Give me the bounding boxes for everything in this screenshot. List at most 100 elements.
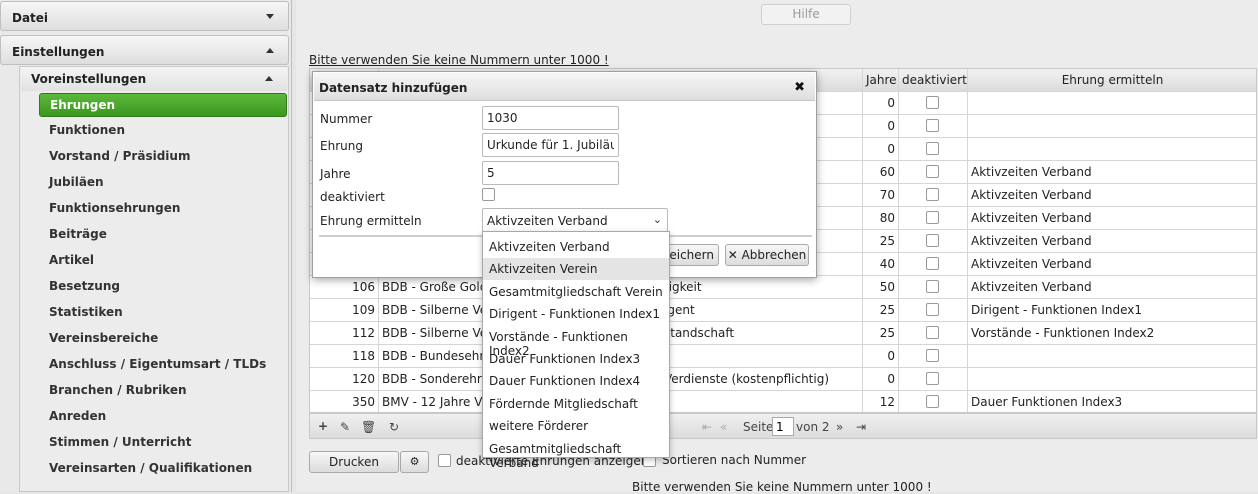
close-icon[interactable]: ✖ xyxy=(794,80,805,95)
page-count: von 2 xyxy=(796,420,830,434)
cell-ermitteln: Dirigent - Funktionen Index1 xyxy=(968,299,1256,322)
sidebar-item-beitraege[interactable]: Beiträge xyxy=(39,223,287,247)
sidebar-item-funktionsehrungen[interactable]: Funktionsehrungen xyxy=(39,197,287,221)
sidebar-item-anschluss[interactable]: Anschluss / Eigentumsart / TLDs xyxy=(39,353,287,377)
row-deaktiviert-checkbox[interactable] xyxy=(926,165,939,178)
help-button[interactable]: Hilfe xyxy=(761,4,851,25)
accordion-datei-label: Datei xyxy=(12,11,49,25)
sidebar-item-ehrungen[interactable]: Ehrungen xyxy=(39,93,287,117)
cell-jahre: 0 xyxy=(863,345,899,368)
refresh-icon[interactable]: ↻ xyxy=(389,420,399,434)
ehrung-input[interactable] xyxy=(482,133,619,157)
edit-icon[interactable]: ✎ xyxy=(340,420,350,434)
dropdown-option[interactable]: Gesamtmitgliedschaft Verein xyxy=(483,281,669,303)
accordion-datei[interactable]: Datei xyxy=(0,1,289,31)
jahre-label: Jahre xyxy=(320,167,351,181)
row-deaktiviert-checkbox[interactable] xyxy=(926,142,939,155)
delete-icon[interactable]: 🗑 xyxy=(361,420,376,434)
ermitteln-select[interactable]: Aktivzeiten Verband ⌄ xyxy=(482,208,668,232)
nummer-input[interactable] xyxy=(482,106,619,130)
row-deaktiviert-checkbox[interactable] xyxy=(926,96,939,109)
cell-nummer: 120 xyxy=(310,368,379,391)
cell-deaktiviert xyxy=(899,345,968,368)
header-deaktiviert[interactable]: deaktiviert xyxy=(899,69,968,92)
dropdown-option[interactable]: Dauer Funktionen Index3 xyxy=(483,348,669,370)
cell-jahre: 60 xyxy=(863,161,899,184)
row-deaktiviert-checkbox[interactable] xyxy=(926,326,939,339)
print-settings-button[interactable]: ⚙ xyxy=(400,451,429,473)
sidebar-item-artikel[interactable]: Artikel xyxy=(39,249,287,273)
sidebar-item-vereinsarten[interactable]: Vereinsarten / Qualifikationen xyxy=(39,457,287,481)
cell-ermitteln xyxy=(968,115,1256,138)
cell-ermitteln xyxy=(968,368,1256,391)
row-deaktiviert-checkbox[interactable] xyxy=(926,280,939,293)
dropdown-option[interactable]: Dauer Funktionen Index4 xyxy=(483,370,669,392)
cell-ermitteln: Dauer Funktionen Index3 xyxy=(968,391,1256,412)
cell-deaktiviert xyxy=(899,322,968,345)
cell-jahre: 40 xyxy=(863,253,899,276)
first-page-icon[interactable]: ⇤ xyxy=(702,420,712,434)
row-deaktiviert-checkbox[interactable] xyxy=(926,211,939,224)
row-deaktiviert-checkbox[interactable] xyxy=(926,303,939,316)
sidebar-item-vereinsbereiche[interactable]: Vereinsbereiche xyxy=(39,327,287,351)
sidebar-item-funktionen[interactable]: Funktionen xyxy=(39,119,287,143)
dropdown-option[interactable]: Gesamtmitgliedschaft Verband xyxy=(483,438,669,470)
cancel-icon: ✕ xyxy=(727,248,742,262)
accordion-einstellungen[interactable]: Einstellungen xyxy=(0,35,289,65)
chevron-down-icon: ⌄ xyxy=(652,213,662,226)
sidebar-item-statistiken[interactable]: Statistiken xyxy=(39,301,287,325)
print-button[interactable]: Drucken xyxy=(309,451,399,473)
cell-deaktiviert xyxy=(899,138,968,161)
dropdown-option[interactable]: weitere Förderer xyxy=(483,415,669,437)
row-deaktiviert-checkbox[interactable] xyxy=(926,257,939,270)
cell-deaktiviert xyxy=(899,276,968,299)
cell-jahre: 70 xyxy=(863,184,899,207)
cell-deaktiviert xyxy=(899,299,968,322)
row-deaktiviert-checkbox[interactable] xyxy=(926,372,939,385)
deaktiviert-label: deaktiviert xyxy=(320,190,385,204)
dropdown-option[interactable]: Vorstände - Funktionen Index2 xyxy=(483,326,669,358)
cancel-button[interactable]: ✕ Abbrechen xyxy=(725,244,809,266)
sidebar-item-stimmen[interactable]: Stimmen / Unterricht xyxy=(39,431,287,455)
cell-deaktiviert xyxy=(899,92,968,115)
dropdown-option[interactable]: Aktivzeiten Verein xyxy=(483,258,669,281)
cell-ermitteln: Aktivzeiten Verband xyxy=(968,276,1256,299)
cell-jahre: 80 xyxy=(863,207,899,230)
row-deaktiviert-checkbox[interactable] xyxy=(926,188,939,201)
dialog-title: Datensatz hinzufügen xyxy=(319,81,468,95)
jahre-input[interactable] xyxy=(482,161,619,185)
dropdown-option[interactable]: Dirigent - Funktionen Index1 xyxy=(483,303,669,325)
dropdown-option[interactable]: Fördernde Mitgliedschaft xyxy=(483,393,669,415)
sidebar-item-anreden[interactable]: Anreden xyxy=(39,405,287,429)
page-input[interactable] xyxy=(772,417,794,436)
row-deaktiviert-checkbox[interactable] xyxy=(926,234,939,247)
cell-ermitteln: Aktivzeiten Verband xyxy=(968,230,1256,253)
sidebar-item-jubilaeen[interactable]: Jubiläen xyxy=(39,171,287,195)
sort-label: Sortieren nach Nummer xyxy=(662,453,807,467)
header-jahre[interactable]: Jahre xyxy=(863,69,899,92)
add-icon[interactable]: + xyxy=(318,419,328,433)
page-label: Seite xyxy=(743,420,774,434)
cell-nummer: 350 xyxy=(310,391,379,412)
sidebar-item-branchen[interactable]: Branchen / Rubriken xyxy=(39,379,287,403)
cell-deaktiviert xyxy=(899,184,968,207)
dropdown-option[interactable]: Aktivzeiten Verband xyxy=(483,236,669,258)
cell-deaktiviert xyxy=(899,230,968,253)
row-deaktiviert-checkbox[interactable] xyxy=(926,395,939,408)
deaktiviert-checkbox[interactable] xyxy=(482,188,495,201)
row-deaktiviert-checkbox[interactable] xyxy=(926,349,939,362)
cell-ermitteln: Aktivzeiten Verband xyxy=(968,184,1256,207)
show-deactivated-checkbox[interactable] xyxy=(438,454,451,467)
next-page-icon[interactable]: » xyxy=(836,420,843,434)
last-page-icon[interactable]: ⇥ xyxy=(856,420,866,434)
sidebar-item-vorstand[interactable]: Vorstand / Präsidium xyxy=(39,145,287,169)
cell-nummer: 106 xyxy=(310,276,379,299)
cell-nummer: 109 xyxy=(310,299,379,322)
accordion-einstellungen-label: Einstellungen xyxy=(12,45,105,59)
header-ehrung-ermitteln[interactable]: Ehrung ermitteln xyxy=(968,69,1256,92)
cell-deaktiviert xyxy=(899,253,968,276)
prev-page-icon[interactable]: « xyxy=(720,420,727,434)
accordion-voreinstellungen[interactable]: Voreinstellungen xyxy=(21,67,287,91)
sidebar-item-besetzung[interactable]: Besetzung xyxy=(39,275,287,299)
row-deaktiviert-checkbox[interactable] xyxy=(926,119,939,132)
